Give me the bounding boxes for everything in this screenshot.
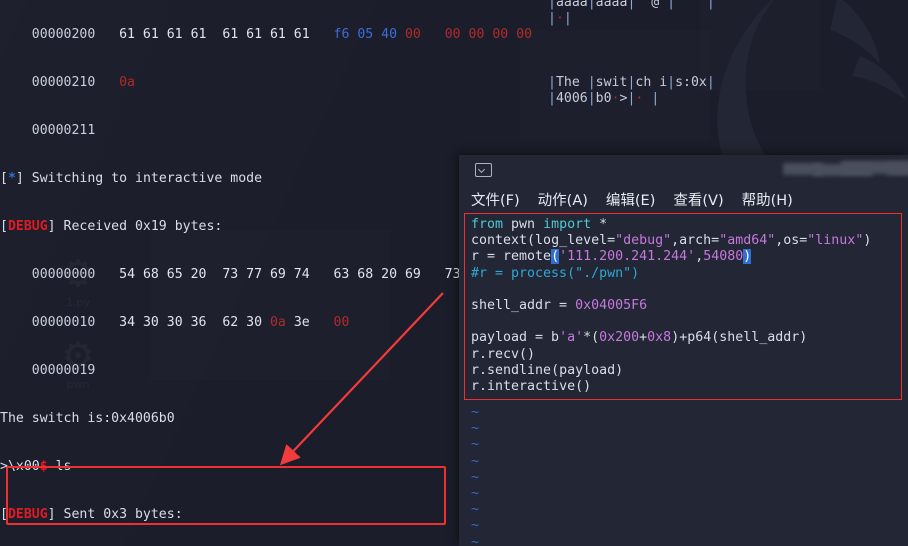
menu-action[interactable]: 动作(A) [538,189,588,210]
terminal-line: 00000210 0a [31,75,135,90]
editor-menubar[interactable]: 文件(F) 动作(A) 编辑(E) 查看(V) 帮助(H) [459,185,908,213]
vim-empty-lines: ~ ~ ~ ~ ~ ~ ~ ~ ~ [471,405,480,546]
hexdump-ascii-pane-1: |aaaa|aaaa| @ | | [548,0,715,10]
redacted-title [783,159,908,176]
terminal-line: 00000200 61 61 61 61 61 61 61 61 f6 05 4… [31,27,533,42]
screen: ⚙ 1.py ⚙ pwn 00000200 61 61 61 61 61 61 … [0,0,908,546]
terminal-icon [475,163,492,177]
editor-titlebar[interactable] [459,155,908,185]
hexdump-ascii-pane-2: |·| [548,11,572,26]
editor-window[interactable]: 文件(F) 动作(A) 编辑(E) 查看(V) 帮助(H) from pwn i… [459,155,908,546]
python-source-code[interactable]: from pwn import * context(log_level="deb… [471,217,871,395]
menu-file[interactable]: 文件(F) [471,189,520,210]
editor-body[interactable]: from pwn import * context(log_level="deb… [459,213,908,546]
menu-view[interactable]: 查看(V) [673,189,723,210]
terminal-line: 00000211 [31,123,96,138]
menu-edit[interactable]: 编辑(E) [606,189,655,210]
hexdump-ascii-pane-3: |The |swit|ch i|s:0x| [548,75,715,90]
hexdump-ascii-pane-4: |4006|b0·>|· | [548,91,660,106]
menu-help[interactable]: 帮助(H) [742,189,793,210]
